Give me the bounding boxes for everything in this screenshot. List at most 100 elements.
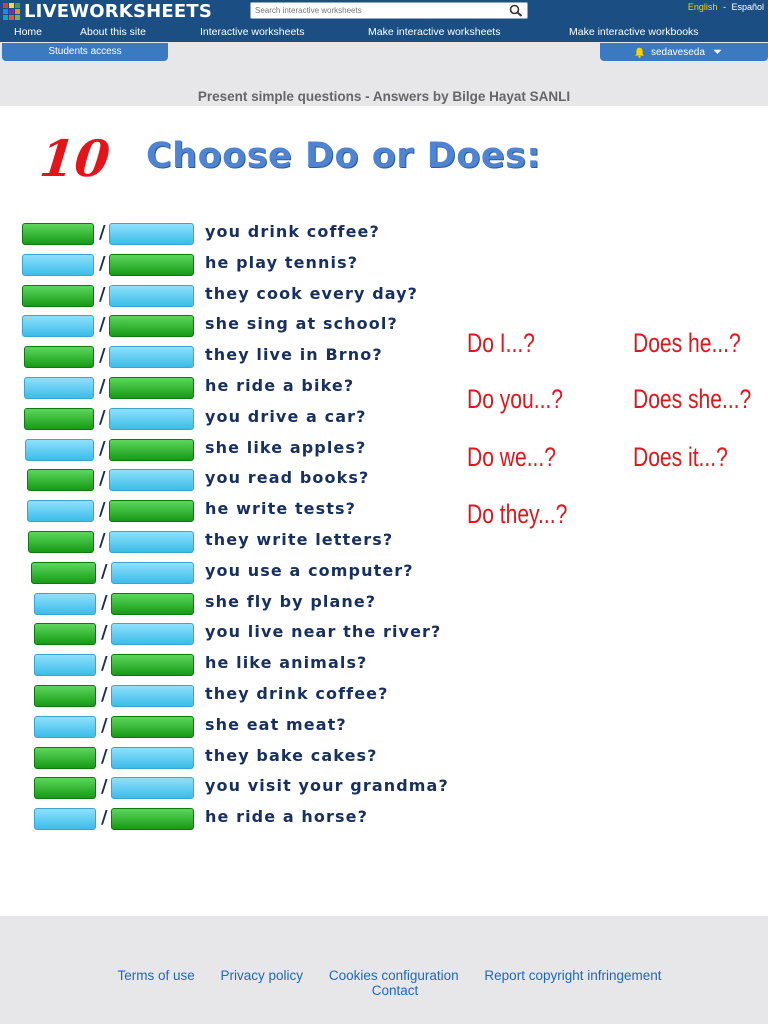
answer-box-green[interactable] [31, 561, 96, 584]
answer-box-blue[interactable] [109, 223, 194, 245]
answer-box-green[interactable] [109, 500, 194, 523]
logo-square [3, 2, 8, 8]
answer-box-green[interactable] [109, 315, 194, 338]
answer-box-blue[interactable] [109, 469, 194, 492]
footer-report-link[interactable]: Report copyright infringement [484, 968, 661, 983]
question-row: / she like apples? [0, 436, 520, 462]
slash-separator: / [99, 314, 106, 336]
answer-box-blue[interactable] [111, 685, 194, 707]
exercise-number: 10 [36, 129, 113, 188]
question-text: he like animals? [205, 653, 368, 673]
answer-box-green[interactable] [34, 746, 96, 769]
answer-box-blue[interactable] [109, 284, 194, 307]
answer-box-green[interactable] [22, 223, 94, 245]
answer-box-blue[interactable] [111, 746, 194, 769]
logo-square [15, 8, 20, 14]
search-icon[interactable] [509, 4, 523, 17]
answer-box-blue[interactable] [34, 654, 96, 677]
slash-separator: / [101, 653, 108, 675]
question-text: she sing at school? [205, 314, 398, 334]
slash-separator: / [99, 530, 106, 551]
site-logo[interactable]: LIVEWORKSHEETS [3, 0, 213, 22]
hint-do: Do I...? [467, 328, 535, 358]
answer-box-blue[interactable] [22, 315, 94, 338]
slash-separator: / [101, 776, 108, 798]
answer-box-green[interactable] [111, 654, 194, 677]
worksheet-title: Choose Do or Does: [146, 136, 541, 176]
question-row: / you visit your grandma? [0, 774, 520, 800]
question-text: she like apples? [205, 437, 367, 457]
footer-contact-link[interactable]: Contact [372, 983, 419, 998]
answer-box-green[interactable] [28, 531, 94, 553]
slash-separator: / [101, 684, 108, 705]
question-text: you drive a car? [205, 406, 367, 426]
nav-make-workbooks[interactable]: Make interactive workbooks [569, 26, 699, 38]
hint-does: Does he...? [633, 328, 741, 358]
nav-home[interactable]: Home [14, 26, 42, 38]
nav-make-worksheets[interactable]: Make interactive worksheets [368, 26, 500, 38]
chevron-down-icon [713, 49, 722, 54]
answer-box-green[interactable] [27, 469, 94, 492]
lang-english[interactable]: English [688, 2, 718, 12]
footer: Terms of use Privacy policy Cookies conf… [0, 968, 768, 998]
answer-box-blue[interactable] [27, 500, 94, 523]
answer-box-blue[interactable] [22, 253, 94, 276]
answer-box-green[interactable] [109, 377, 194, 399]
answer-box-blue[interactable] [34, 808, 96, 831]
nav-about[interactable]: About this site [80, 26, 146, 38]
question-text: you use a computer? [205, 560, 414, 580]
search-input[interactable] [251, 3, 501, 18]
answer-box-green[interactable] [34, 685, 96, 707]
answer-box-green[interactable] [111, 808, 194, 831]
answer-box-blue[interactable] [109, 346, 194, 369]
answer-box-blue[interactable] [25, 438, 94, 461]
question-text: she fly by plane? [205, 591, 377, 611]
answer-box-blue[interactable] [111, 777, 194, 800]
question-row: / she eat meat? [0, 713, 520, 739]
footer-cookies-link[interactable]: Cookies configuration [329, 968, 459, 983]
answer-box-blue[interactable] [34, 592, 96, 615]
hint-does: Does it...? [633, 442, 728, 472]
logo-square [3, 8, 8, 14]
footer-privacy-link[interactable]: Privacy policy [221, 968, 304, 983]
nav-interactive-worksheets[interactable]: Interactive worksheets [200, 26, 304, 38]
slash-separator: / [99, 376, 106, 397]
answer-box-green[interactable] [24, 407, 94, 430]
answer-box-blue[interactable] [111, 623, 194, 646]
slash-separator: / [99, 406, 106, 428]
answer-box-green[interactable] [109, 253, 194, 276]
answer-box-blue[interactable] [34, 715, 96, 738]
user-menu[interactable]: sedaveseda [600, 43, 768, 61]
slash-separator: / [99, 345, 106, 367]
students-access-button[interactable]: Students access [2, 43, 168, 61]
hint-do: Do you...? [467, 384, 564, 414]
answer-box-green[interactable] [24, 346, 94, 369]
question-row: / you live near the river? [0, 620, 520, 646]
answer-box-green[interactable] [111, 592, 194, 615]
answer-box-blue[interactable] [109, 531, 194, 553]
question-row: / he play tennis? [0, 251, 520, 277]
answer-box-green[interactable] [109, 438, 194, 461]
logo-text: LIVEWORKSHEETS [24, 0, 213, 22]
language-switch: English - Español [688, 2, 764, 12]
hint-do: Do they...? [467, 499, 568, 529]
logo-square [3, 14, 8, 20]
footer-terms-link[interactable]: Terms of use [117, 968, 194, 983]
question-text: they write letters? [205, 530, 394, 549]
search-box[interactable] [250, 2, 528, 19]
answer-box-green[interactable] [34, 623, 96, 646]
answer-box-blue[interactable] [24, 377, 94, 399]
question-row: / you drink coffee? [0, 220, 520, 246]
question-row: / she fly by plane? [0, 590, 520, 616]
slash-separator: / [99, 222, 106, 243]
answer-box-green[interactable] [111, 715, 194, 738]
answer-box-green[interactable] [34, 777, 96, 800]
answer-box-green[interactable] [22, 284, 94, 307]
lang-spanish[interactable]: Español [731, 2, 764, 12]
answer-box-blue[interactable] [109, 407, 194, 430]
question-row: / they live in Brno? [0, 343, 520, 369]
footer-report-label: Report copyright infringement [484, 968, 662, 983]
answer-box-blue[interactable] [111, 561, 194, 584]
slash-separator: / [99, 437, 106, 459]
question-text: you read books? [205, 468, 370, 488]
